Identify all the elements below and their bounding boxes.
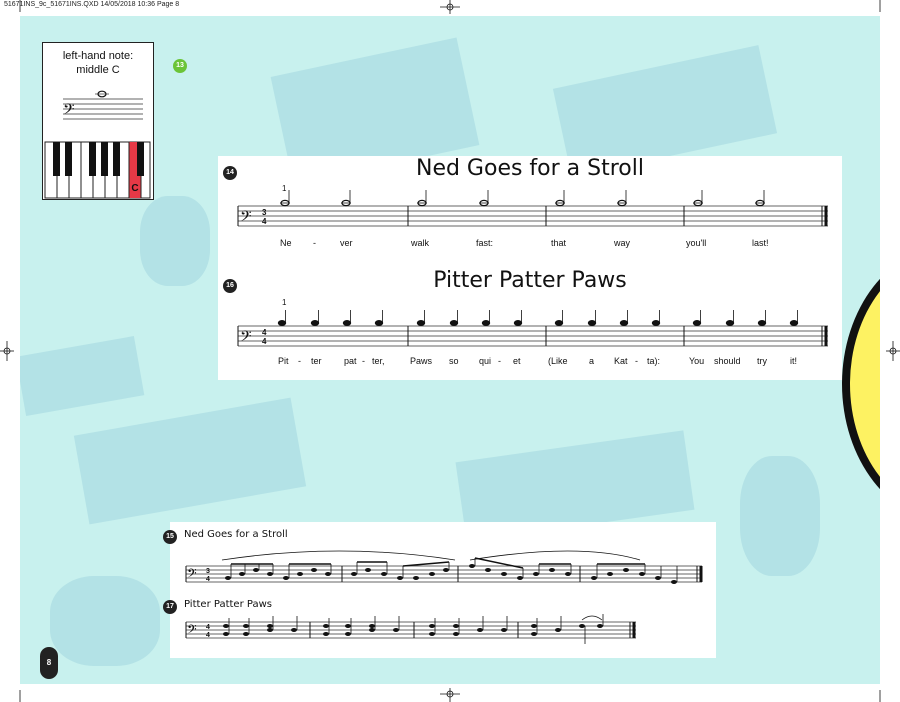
staff-exercise-ned: 𝄢 3 4 — [185, 550, 703, 584]
middle-c-label: middle C — [76, 64, 120, 76]
lyric-syllable: You — [689, 356, 705, 366]
finger-number: 1 — [282, 184, 287, 193]
lyric-syllable: - — [635, 356, 638, 366]
svg-text:3: 3 — [206, 568, 210, 575]
bg-note-shape — [140, 196, 210, 286]
bg-note-shape — [73, 397, 307, 525]
piece-title-pitter: Pitter Patter Paws — [433, 268, 627, 293]
svg-text:4: 4 — [262, 217, 267, 226]
lyric-syllable: Pit — [278, 356, 289, 366]
svg-text:4: 4 — [206, 576, 210, 583]
yellow-circle-decoration — [842, 246, 880, 522]
lyric-syllable: a — [589, 356, 595, 366]
lyric-syllable: walk — [411, 238, 430, 248]
lyric-syllable: - — [313, 238, 316, 248]
lyric-syllable: et — [513, 356, 521, 366]
lyric-syllable: way — [614, 238, 631, 248]
key-letter-c: C — [131, 183, 139, 194]
lyric-syllable: so — [449, 356, 459, 366]
staff-pitter-patter: 𝄢 4 4 — [237, 310, 828, 349]
svg-text:𝄢: 𝄢 — [63, 101, 75, 122]
bg-note-shape — [50, 576, 160, 666]
track-badge-13: 13 — [173, 59, 187, 73]
svg-text:𝄢: 𝄢 — [187, 566, 197, 584]
staff-exercise-pitter: 𝄢 4 4 — [185, 614, 636, 644]
svg-text:4: 4 — [206, 632, 210, 639]
lyric-syllable: last! — [752, 238, 769, 248]
left-hand-note-box: left-hand note: middle C 𝄢 C — [42, 42, 154, 200]
lyric-syllable: ver — [340, 238, 353, 248]
lyric-syllable: ter, — [372, 356, 385, 366]
bg-note-shape — [740, 456, 820, 576]
page-number: 8 — [40, 647, 58, 679]
lyric-syllable: should — [714, 356, 741, 366]
svg-text:3: 3 — [262, 208, 267, 217]
exercise-title-pitter: Pitter Patter Paws — [184, 599, 272, 610]
lyric-syllable: pat — [344, 356, 357, 366]
lyric-syllable: - — [362, 356, 365, 366]
staff-ned-goes: 𝄢 3 4 — [237, 190, 828, 229]
lyric-syllable: (Like — [548, 356, 568, 366]
exercise-number-15: 15 — [163, 530, 177, 544]
middle-c-staff: 𝄢 — [63, 90, 143, 122]
lyric-syllable: ta): — [647, 356, 661, 366]
lyric-syllable: Paws — [410, 356, 433, 366]
exercise-number-17: 17 — [163, 600, 177, 614]
lyric-syllable: Kat — [614, 356, 628, 366]
lyric-syllable: it! — [790, 356, 798, 366]
lyric-syllable: - — [298, 356, 301, 366]
piece-title-ned: Ned Goes for a Stroll — [415, 156, 644, 181]
lyric-syllable: ter — [311, 356, 322, 366]
svg-text:𝄢: 𝄢 — [187, 622, 197, 640]
svg-text:𝄢: 𝄢 — [240, 328, 252, 349]
svg-text:𝄢: 𝄢 — [240, 208, 252, 229]
left-hand-note-label: left-hand note: — [62, 50, 134, 62]
lyric-syllable: that — [551, 238, 567, 248]
lyric-syllable: you'll — [686, 238, 707, 248]
svg-text:4: 4 — [262, 337, 267, 346]
lyric-syllable: - — [498, 356, 501, 366]
lyric-syllable: Ne — [280, 238, 292, 248]
lyric-syllable: try — [757, 356, 767, 366]
lyric-syllable: fast: — [476, 238, 494, 248]
svg-text:4: 4 — [262, 328, 267, 337]
exercise-title-ned: Ned Goes for a Stroll — [184, 529, 288, 540]
bg-note-shape — [20, 336, 145, 416]
svg-text:4: 4 — [206, 624, 210, 631]
lyric-syllable: qui — [479, 356, 492, 366]
finger-number: 1 — [282, 298, 287, 307]
